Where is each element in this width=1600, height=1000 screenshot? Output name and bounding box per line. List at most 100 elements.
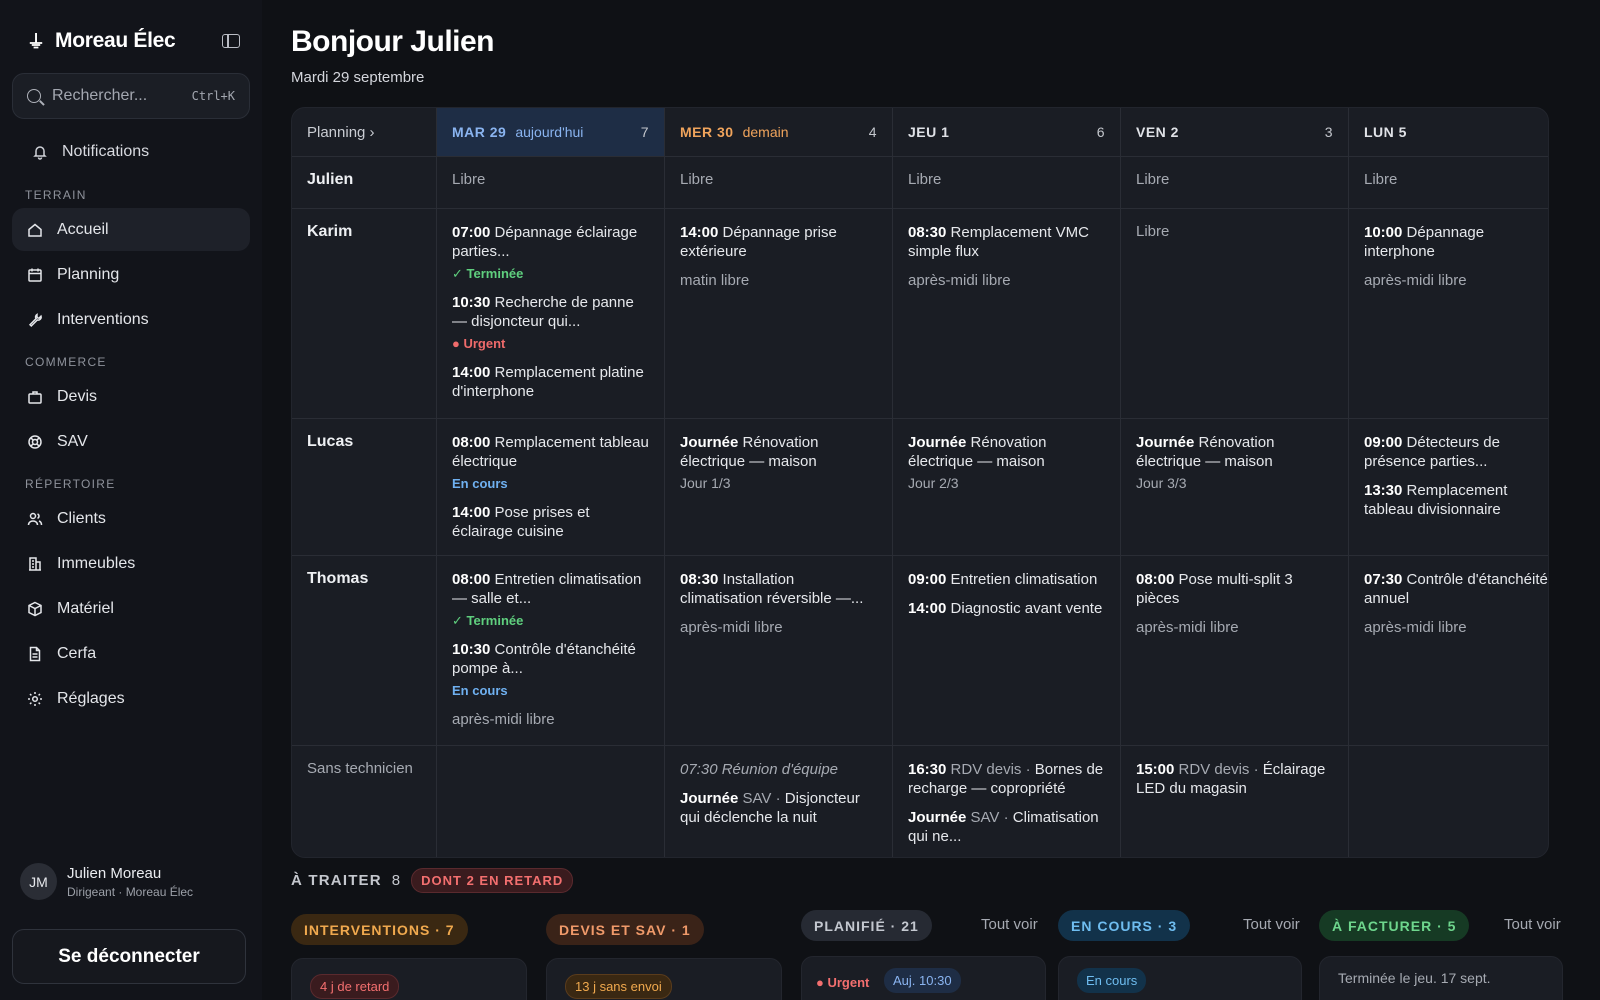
kanban-card[interactable]: 4 j de retard: [291, 958, 527, 1000]
event-card[interactable]: Journée Rénovation électrique — maison: [908, 433, 1105, 471]
column-interventions[interactable]: INTERVENTIONS · 7: [291, 914, 468, 945]
day-header-3[interactable]: VEN 2 3: [1120, 108, 1348, 156]
cell: [436, 746, 664, 857]
event-card[interactable]: 14:00 Diagnostic avant vente: [908, 599, 1105, 618]
event-card[interactable]: 07:30 Contrôle d'étanchéité annuel: [1364, 570, 1548, 608]
nav-sav[interactable]: SAV: [12, 420, 250, 463]
column-en-cours[interactable]: EN COURS · 3: [1058, 910, 1191, 941]
event-card[interactable]: 14:00 Dépannage prise extérieure: [680, 223, 877, 261]
free-note: après-midi libre: [908, 272, 1011, 289]
user-role: Dirigeant · Moreau Élec: [67, 884, 194, 899]
cell: 07:30 Réunion d'équipe Journée SAV · Dis…: [664, 746, 892, 857]
planning-link[interactable]: Planning ›: [292, 108, 436, 156]
event-card[interactable]: 13:30 Remplacement tableau divisionnaire: [1364, 481, 1548, 519]
cell: 08:00 Pose multi-split 3 pièces après-mi…: [1120, 556, 1348, 745]
event-card[interactable]: 15:00 RDV devis · Éclairage LED du magas…: [1136, 760, 1333, 798]
notifications-link[interactable]: Notifications: [12, 130, 250, 174]
event-card[interactable]: 16:30 RDV devis · Bornes de recharge — c…: [908, 760, 1105, 798]
cell: 08:00 Remplacement tableau électrique En …: [436, 419, 664, 555]
row-julien: Julien Libre Libre Libre Libre Libre: [292, 157, 1548, 209]
event-card[interactable]: 14:00 Pose prises et éclairage cuisine: [452, 503, 649, 541]
event-time: 08:30: [908, 224, 947, 241]
event-time: 10:00: [1364, 224, 1403, 241]
event-card[interactable]: 10:30 Recherche de panne — disjoncteur q…: [452, 293, 649, 353]
grid-header: Planning › MAR 29 aujourd'hui 7 MER 30 dema…: [292, 108, 1548, 157]
search-shortcut: Ctrl+K: [191, 89, 235, 103]
nav-accueil[interactable]: Accueil: [12, 208, 250, 251]
event-kind: RDV devis ·: [950, 761, 1031, 778]
meeting-event[interactable]: 07:30 Réunion d'équipe: [680, 760, 877, 779]
kanban-card[interactable]: Terminée le jeu. 17 sept.: [1319, 956, 1563, 1000]
see-all-link[interactable]: Tout voir: [1243, 916, 1300, 933]
todo-header: À TRAITER 8 DONT 2 EN RETARD: [291, 868, 574, 893]
status-badge: ● Urgent: [452, 336, 506, 351]
cell: 16:30 RDV devis · Bornes de recharge — c…: [892, 746, 1120, 857]
column-a-facturer[interactable]: À FACTURER · 5: [1319, 910, 1470, 941]
brand-name: Moreau Élec: [55, 29, 176, 52]
nav-devis[interactable]: Devis: [12, 375, 250, 418]
cell: 08:00 Entretien climatisation — salle et…: [436, 556, 664, 745]
plug-logo-icon: ⏚: [27, 32, 45, 53]
cell-libre[interactable]: Libre: [436, 157, 664, 208]
nav-cerfa-label: Cerfa: [57, 644, 97, 662]
cell: 09:00 Entretien climatisation 14:00 Diag…: [892, 556, 1120, 745]
user-profile[interactable]: JM Julien Moreau Dirigeant · Moreau Élec: [20, 863, 193, 900]
see-all-link[interactable]: Tout voir: [981, 916, 1038, 933]
sidebar-toggle-icon[interactable]: [222, 34, 240, 48]
day-header-4[interactable]: LUN 54: [1348, 108, 1548, 156]
nav-devis-label: Devis: [57, 387, 98, 405]
see-all-link[interactable]: Tout voir: [1504, 916, 1561, 933]
tech-name: Sans technicien: [307, 760, 413, 777]
cell: 07:00 Dépannage éclairage parties... ✓ Te…: [436, 209, 664, 418]
column-devis-sav[interactable]: DEVIS ET SAV · 1: [546, 914, 704, 945]
tech-name: Thomas: [307, 570, 369, 587]
column-planifie[interactable]: PLANIFIÉ · 21: [801, 910, 932, 941]
search-input[interactable]: Rechercher... Ctrl+K: [12, 73, 250, 119]
day-header-2[interactable]: JEU 1 6: [892, 108, 1120, 156]
event-card[interactable]: 08:30 Remplacement VMC simple flux: [908, 223, 1105, 261]
cell-libre[interactable]: Libre: [1120, 209, 1348, 418]
event-card[interactable]: Journée SAV · Disjoncteur qui déclenche …: [680, 789, 877, 827]
event-card[interactable]: 09:00 Détecteurs de présence parties...: [1364, 433, 1548, 471]
nav-materiel[interactable]: Matériel: [12, 587, 250, 630]
cell-libre[interactable]: Libre: [892, 157, 1120, 208]
event-card[interactable]: Journée SAV · Climatisation qui ne...: [908, 808, 1105, 846]
nav-cerfa[interactable]: Cerfa: [12, 632, 250, 675]
kanban-card[interactable]: En cours: [1058, 956, 1302, 1000]
box-icon: [27, 601, 43, 617]
row-unassigned: Sans technicien 07:30 Réunion d'équipe J…: [292, 746, 1548, 857]
event-card[interactable]: 10:30 Contrôle d'étanchéité pompe à... En…: [452, 640, 649, 700]
nav-planning[interactable]: Planning: [12, 253, 250, 296]
cell-libre[interactable]: Libre: [1348, 157, 1548, 208]
kanban-card[interactable]: 13 j sans envoi: [546, 958, 782, 1000]
event-time: 14:00: [680, 224, 719, 241]
day-header-1[interactable]: MER 30 demain 4: [664, 108, 892, 156]
logout-button[interactable]: Se déconnecter: [12, 929, 246, 984]
event-card[interactable]: 09:00 Entretien climatisation: [908, 570, 1105, 589]
event-card[interactable]: 08:00 Entretien climatisation — salle et…: [452, 570, 649, 630]
nav-interventions[interactable]: Interventions: [12, 298, 250, 341]
cell-libre[interactable]: Libre: [664, 157, 892, 208]
file-icon: [27, 646, 43, 662]
event-card[interactable]: 14:00 Remplacement platine d'interphone: [452, 363, 649, 401]
cell-libre[interactable]: Libre: [1120, 157, 1348, 208]
page-date: Mardi 29 septembre: [291, 69, 425, 86]
event-card[interactable]: 08:30 Installation climatisation réversi…: [680, 570, 877, 608]
nav-sav-label: SAV: [57, 432, 88, 450]
event-card[interactable]: 08:00 Remplacement tableau électrique En …: [452, 433, 649, 493]
event-card[interactable]: Journée Rénovation électrique — maison: [1136, 433, 1333, 471]
event-card[interactable]: 10:00 Dépannage interphone: [1364, 223, 1548, 261]
day-label: VEN 2: [1136, 124, 1179, 140]
event-card[interactable]: Journée Rénovation électrique — maison: [680, 433, 877, 471]
nav-immeubles[interactable]: Immeubles: [12, 542, 250, 585]
event-time: 14:00: [908, 600, 947, 617]
todo-count: 8: [391, 872, 401, 889]
nav-clients[interactable]: Clients: [12, 497, 250, 540]
day-header-0[interactable]: MAR 29 aujourd'hui 7: [436, 108, 664, 156]
nav-reglages[interactable]: Réglages: [12, 677, 250, 720]
cell: 08:30 Installation climatisation réversi…: [664, 556, 892, 745]
event-card[interactable]: 08:00 Pose multi-split 3 pièces: [1136, 570, 1333, 608]
event-card[interactable]: 07:00 Dépannage éclairage parties... ✓ Te…: [452, 223, 649, 283]
kanban-card[interactable]: ● Urgent Auj. 10:30: [801, 956, 1046, 1000]
nav-clients-label: Clients: [57, 509, 106, 527]
